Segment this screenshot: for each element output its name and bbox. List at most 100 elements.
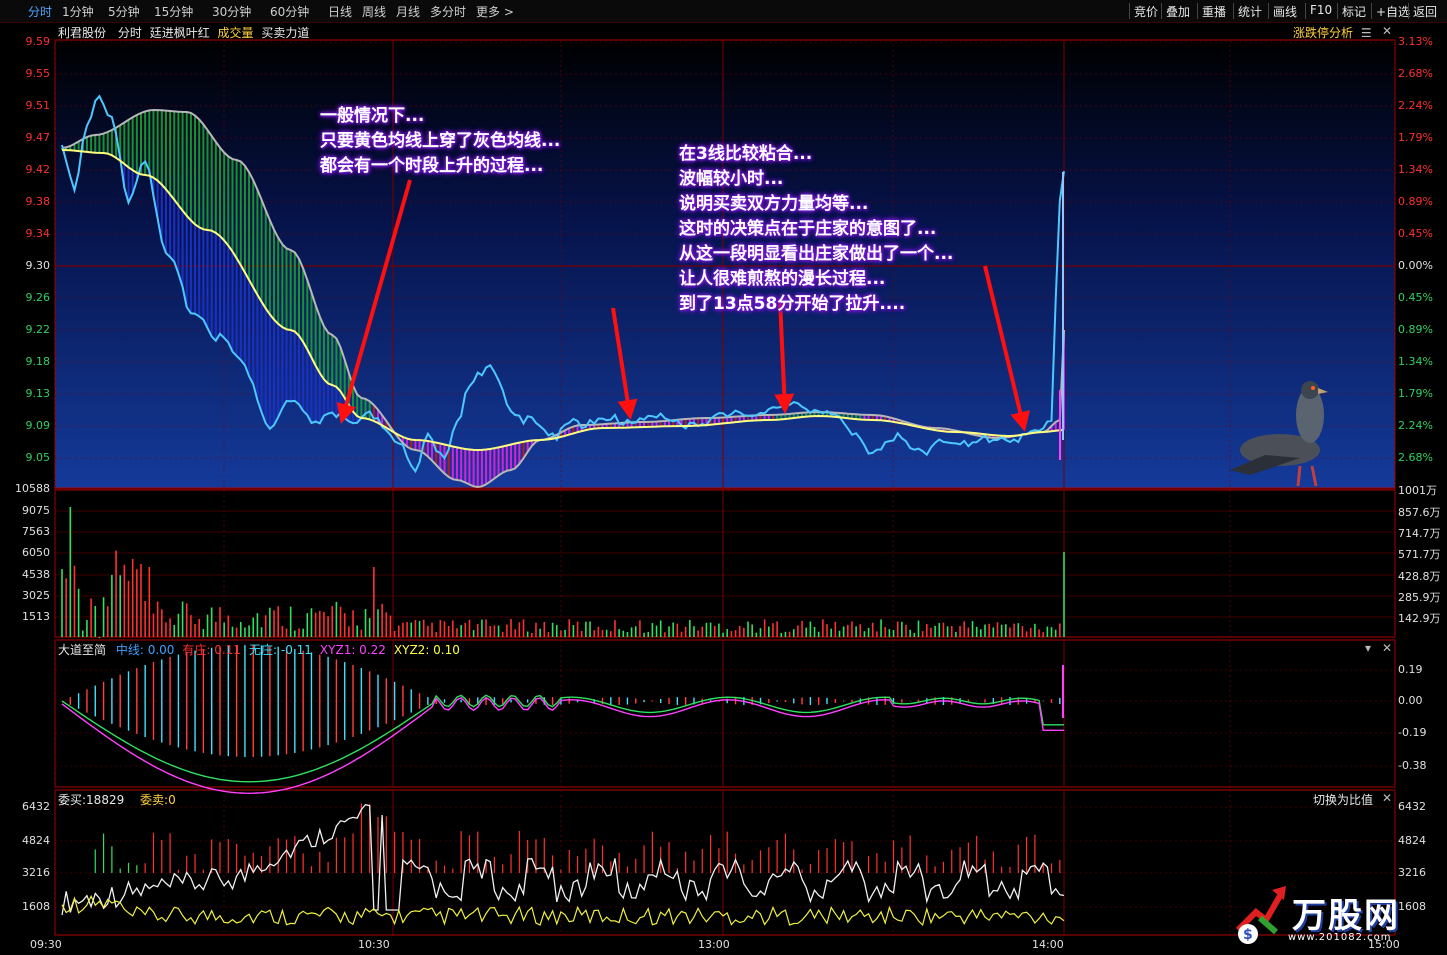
indicator-tick: -0.38: [1398, 759, 1427, 772]
order-tick: 3216: [1398, 866, 1426, 879]
indicator-tick: 0.19: [1398, 663, 1423, 676]
indicator-title[interactable]: 大道至简: [58, 643, 106, 657]
period-tab[interactable]: 更多 >: [476, 3, 514, 20]
annotation-left: 一般情况下... 只要黄色均线上穿了灰色均线... 都会有一个时段上升的过程..…: [320, 104, 560, 179]
svg-text:$: $: [1243, 927, 1253, 943]
price-tick: 9.09: [25, 419, 51, 432]
indicator-3[interactable]: 买卖力道: [261, 26, 309, 40]
time-tick: 10:30: [358, 938, 390, 951]
price-tick: 9.59: [25, 35, 51, 48]
percent-tick: 3.13%: [1398, 35, 1433, 48]
tool-button[interactable]: 画线: [1273, 3, 1297, 20]
tool-button[interactable]: 返回: [1413, 3, 1437, 20]
order-buy-line: [61, 803, 1065, 916]
tool-button[interactable]: +自选: [1376, 3, 1410, 20]
close-icon[interactable]: ✕: [1382, 24, 1392, 38]
pigeon-icon: [1301, 381, 1319, 399]
volume-tick: 714.7万: [1398, 527, 1441, 540]
annotation-line: 波幅较小时...: [679, 169, 784, 189]
percent-tick: 0.89%: [1398, 195, 1433, 208]
price-tick: 9.34: [25, 227, 51, 240]
time-tick: 15:00: [1368, 938, 1400, 951]
switch-ratio-button[interactable]: 切换为比值: [1313, 791, 1373, 808]
price-tick: 9.22: [25, 323, 51, 336]
volume-tick: 7563: [22, 525, 50, 538]
toolbar-divider: [1197, 3, 1198, 19]
dropdown-icon[interactable]: ▾: [1365, 641, 1371, 655]
limit-analysis-button[interactable]: 涨跌停分析 ☰: [1293, 24, 1372, 41]
order-header: 委买:18829 委卖:0: [58, 791, 176, 808]
price-tick: 9.47: [25, 131, 51, 144]
logo-text: 万股网: [1292, 896, 1400, 936]
annotation-line: 这时的决策点在于庄家的意图了...: [679, 219, 937, 239]
toolbar-divider: [1371, 3, 1372, 19]
period-tab[interactable]: 60分钟: [270, 3, 309, 20]
indicator-value: 有庄: 0.11: [182, 643, 241, 657]
tool-button[interactable]: 标记: [1342, 3, 1366, 20]
tool-button[interactable]: F10: [1310, 3, 1332, 17]
price-tick: 9.26: [25, 291, 51, 304]
volume-tick: 6050: [22, 546, 50, 559]
price-tick: 9.51: [25, 99, 51, 112]
annotation-line: 让人很难煎熬的漫长过程...: [679, 269, 886, 289]
panel-frame: [54, 639, 1396, 788]
period-tab[interactable]: 1分钟: [62, 3, 94, 20]
period-tab[interactable]: 30分钟: [212, 3, 251, 20]
percent-tick: 2.24%: [1398, 419, 1433, 432]
indicator-value: XYZ1: 0.22: [319, 643, 386, 657]
tool-button[interactable]: 竞价: [1134, 3, 1158, 20]
order-tick: 3216: [22, 866, 50, 879]
limit-analysis-label: 涨跌停分析: [1293, 26, 1354, 40]
percent-tick: 1.79%: [1398, 131, 1433, 144]
toolbar-divider: [1337, 3, 1338, 19]
order-tick: 6432: [1398, 800, 1426, 813]
period-tab[interactable]: 周线: [362, 3, 386, 20]
indicator-value: XYZ2: 0.10: [393, 643, 460, 657]
percent-tick: 0.45%: [1398, 227, 1433, 240]
order-tick: 1608: [1398, 900, 1426, 913]
percent-tick: 2.68%: [1398, 67, 1433, 80]
order-tick: 4824: [22, 834, 50, 847]
volume-tick: 3025: [22, 589, 50, 602]
price-tick: 9.18: [25, 355, 51, 368]
indicator-2[interactable]: 成交量: [218, 26, 254, 40]
price-tick: 9.42: [25, 163, 51, 176]
period-tab[interactable]: 15分钟: [154, 3, 193, 20]
stock-name[interactable]: 利君股份: [58, 26, 106, 40]
percent-tick: 1.79%: [1398, 387, 1433, 400]
period-tab[interactable]: 月线: [396, 3, 420, 20]
panel-frame: [54, 489, 1396, 638]
annotation-right: 在3线比较粘合... 波幅较小时... 说明买卖双方力量均等... 这时的决策点…: [679, 142, 953, 317]
period-tab[interactable]: 多分时: [430, 3, 466, 20]
volume-tick: 1001万: [1398, 484, 1437, 497]
tool-button[interactable]: 叠加: [1166, 3, 1190, 20]
annotation-line: 在3线比较粘合...: [679, 144, 813, 164]
volume-tick: 1513: [22, 610, 50, 623]
volume-tick: 10588: [15, 482, 50, 495]
indicator-tick: -0.19: [1398, 726, 1427, 739]
panel-frame: [54, 789, 1396, 936]
close-icon[interactable]: ✕: [1382, 641, 1392, 655]
indicator-header: 大道至简 中线: 0.00 有庄: 0.11 无庄: -0.11 XYZ1: 0.22…: [58, 641, 468, 658]
indicator-1[interactable]: 廷进枫叶红: [150, 26, 210, 40]
pigeon-icon: [1311, 386, 1315, 390]
period-tab[interactable]: 5分钟: [108, 3, 140, 20]
percent-tick: 0.00%: [1398, 259, 1433, 272]
tool-button[interactable]: 统计: [1238, 3, 1262, 20]
period-tab[interactable]: 日线: [328, 3, 352, 20]
price-tick: 9.38: [25, 195, 51, 208]
stock-header: 利君股份 分时 廷进枫叶红 成交量 买卖力道: [58, 24, 309, 41]
toolbar-divider: [1233, 3, 1234, 19]
period-tab[interactable]: 分时: [28, 3, 52, 20]
price-tick: 9.30: [25, 259, 51, 272]
toolbar-divider: [1268, 3, 1269, 19]
order-tick: 4824: [1398, 834, 1426, 847]
percent-tick: 1.34%: [1398, 163, 1433, 176]
indicator-value: 无庄: -0.11: [249, 643, 312, 657]
close-icon[interactable]: ✕: [1382, 791, 1392, 805]
chart-mode: 分时: [117, 26, 142, 40]
annotation-line: 说明买卖双方力量均等...: [679, 194, 869, 214]
time-tick: 13:00: [698, 938, 730, 951]
price-tick: 9.13: [25, 387, 51, 400]
tool-button[interactable]: 重播: [1202, 3, 1226, 20]
